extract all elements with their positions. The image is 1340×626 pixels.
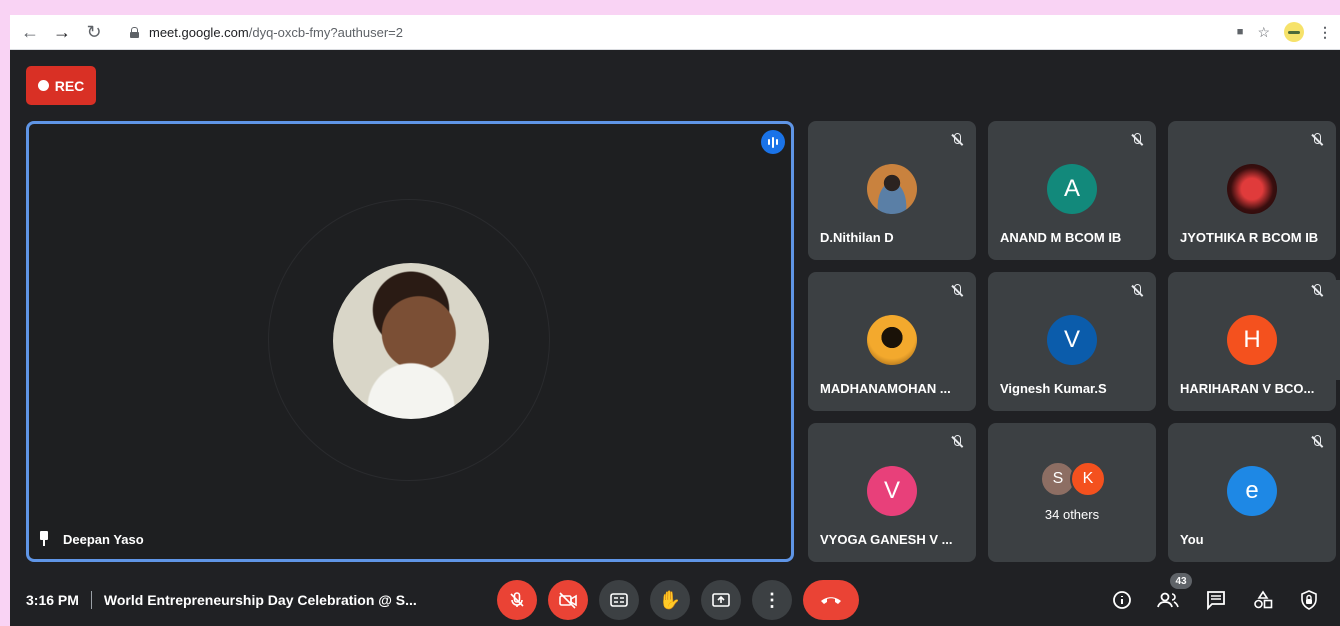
others-count-label: 34 others <box>1044 507 1100 522</box>
self-tile[interactable]: e You <box>1168 423 1336 562</box>
host-controls-button[interactable] <box>1296 587 1322 613</box>
present-icon <box>712 593 730 607</box>
url-host: meet.google.com <box>149 24 249 40</box>
meeting-title: World Entrepreneurship Day Celebration @… <box>103 592 417 608</box>
meet-window: REC Deepan Yaso D.Nithilan D A ANAND M B… <box>10 50 1340 626</box>
participant-tile[interactable]: MADHANAMOHAN ... <box>808 272 976 411</box>
mic-off-icon <box>1128 131 1146 149</box>
participant-photo <box>867 164 917 214</box>
recording-label: REC <box>54 77 85 94</box>
participant-tile[interactable]: A ANAND M BCOM IB <box>988 121 1156 260</box>
mic-off-icon <box>510 592 524 607</box>
participant-tile[interactable]: D.Nithilan D <box>808 121 976 260</box>
raise-hand-button[interactable]: ✋ <box>650 580 690 620</box>
camera-icon[interactable]: ■ <box>1237 26 1244 38</box>
activities-icon <box>1254 590 1273 609</box>
profile-avatar[interactable] <box>1284 22 1304 42</box>
bookmark-star-icon[interactable]: ☆ <box>1257 24 1270 41</box>
info-icon <box>1113 591 1131 609</box>
mic-off-icon <box>1128 282 1146 300</box>
recording-badge: REC <box>26 66 96 105</box>
people-count-badge: 43 <box>1170 573 1192 589</box>
chat-icon <box>1207 591 1225 610</box>
participant-name: MADHANAMOHAN ... <box>820 381 951 396</box>
present-screen-button[interactable] <box>701 580 741 620</box>
participant-name: You <box>1180 532 1204 547</box>
divider <box>90 591 92 609</box>
participant-avatar: V <box>867 466 917 516</box>
participant-tile[interactable]: JYOTHIKA R BCOM IB <box>1168 121 1336 260</box>
bottom-control-bar: 3:16 PM World Entrepreneurship Day Celeb… <box>10 573 1340 626</box>
participant-name: ANAND M BCOM IB <box>1000 230 1122 245</box>
participant-avatar: V <box>1047 315 1097 365</box>
camera-off-icon <box>559 592 577 609</box>
mic-off-icon <box>1308 433 1326 451</box>
participant-photo <box>867 315 917 365</box>
participant-name: HARIHARAN V BCO... <box>1180 381 1315 396</box>
participant-avatar: H <box>1227 315 1277 365</box>
chat-button[interactable] <box>1203 587 1229 613</box>
captions-icon <box>610 593 628 607</box>
pin-icon[interactable] <box>39 531 49 547</box>
more-options-button[interactable]: ⋮ <box>752 580 792 620</box>
captions-button[interactable] <box>599 580 639 620</box>
mic-off-icon <box>948 131 966 149</box>
side-panel-edge <box>1334 280 1340 380</box>
more-vert-icon: ⋮ <box>763 589 781 610</box>
participant-avatar: e <box>1227 466 1277 516</box>
hand-icon: ✋ <box>658 589 682 610</box>
participant-tile[interactable]: V Vignesh Kumar.S <box>988 272 1156 411</box>
back-icon[interactable]: ← <box>18 15 42 49</box>
shield-lock-icon <box>1301 590 1317 610</box>
others-tile[interactable]: S K 34 others <box>988 423 1156 562</box>
mic-off-icon <box>1308 282 1326 300</box>
participant-avatar: K <box>1070 461 1106 497</box>
meeting-time: 3:16 PM <box>26 592 79 608</box>
hang-up-icon <box>821 597 841 604</box>
participant-tile[interactable]: H HARIHARAN V BCO... <box>1168 272 1336 411</box>
participant-photo <box>1227 164 1277 214</box>
mic-off-icon <box>948 433 966 451</box>
participant-name: D.Nithilan D <box>820 230 894 245</box>
main-speaker-tile[interactable]: Deepan Yaso <box>26 121 794 562</box>
speaking-indicator-icon <box>761 130 785 154</box>
participant-avatar: A <box>1047 164 1097 214</box>
url-path: /dyq-oxcb-fmy?authuser=2 <box>248 24 404 40</box>
people-icon <box>1157 592 1179 608</box>
mic-off-icon <box>1308 131 1326 149</box>
reload-icon[interactable]: ↻ <box>82 15 106 49</box>
activities-button[interactable] <box>1250 587 1276 613</box>
mic-off-icon <box>948 282 966 300</box>
browser-toolbar: ← → ↻ meet.google.com/dyq-oxcb-fmy?authu… <box>10 15 1340 50</box>
leave-call-button[interactable] <box>803 580 859 620</box>
people-button[interactable] <box>1155 587 1181 613</box>
camera-toggle-button[interactable] <box>548 580 588 620</box>
participant-name: VYOGA GANESH V ... <box>820 532 953 547</box>
meeting-details-button[interactable] <box>1109 587 1135 613</box>
address-bar[interactable]: meet.google.com/dyq-oxcb-fmy?authuser=2 <box>122 19 1212 45</box>
microphone-toggle-button[interactable] <box>497 580 537 620</box>
forward-icon[interactable]: → <box>50 15 74 49</box>
participant-name: JYOTHIKA R BCOM IB <box>1180 230 1319 245</box>
participant-tile[interactable]: V VYOGA GANESH V ... <box>808 423 976 562</box>
browser-menu-icon[interactable]: ⋮ <box>1318 24 1332 41</box>
record-dot-icon <box>37 80 49 91</box>
main-speaker-avatar <box>333 263 489 419</box>
participant-name: Vignesh Kumar.S <box>1000 381 1107 396</box>
main-speaker-name: Deepan Yaso <box>63 531 144 547</box>
lock-icon <box>130 27 139 38</box>
